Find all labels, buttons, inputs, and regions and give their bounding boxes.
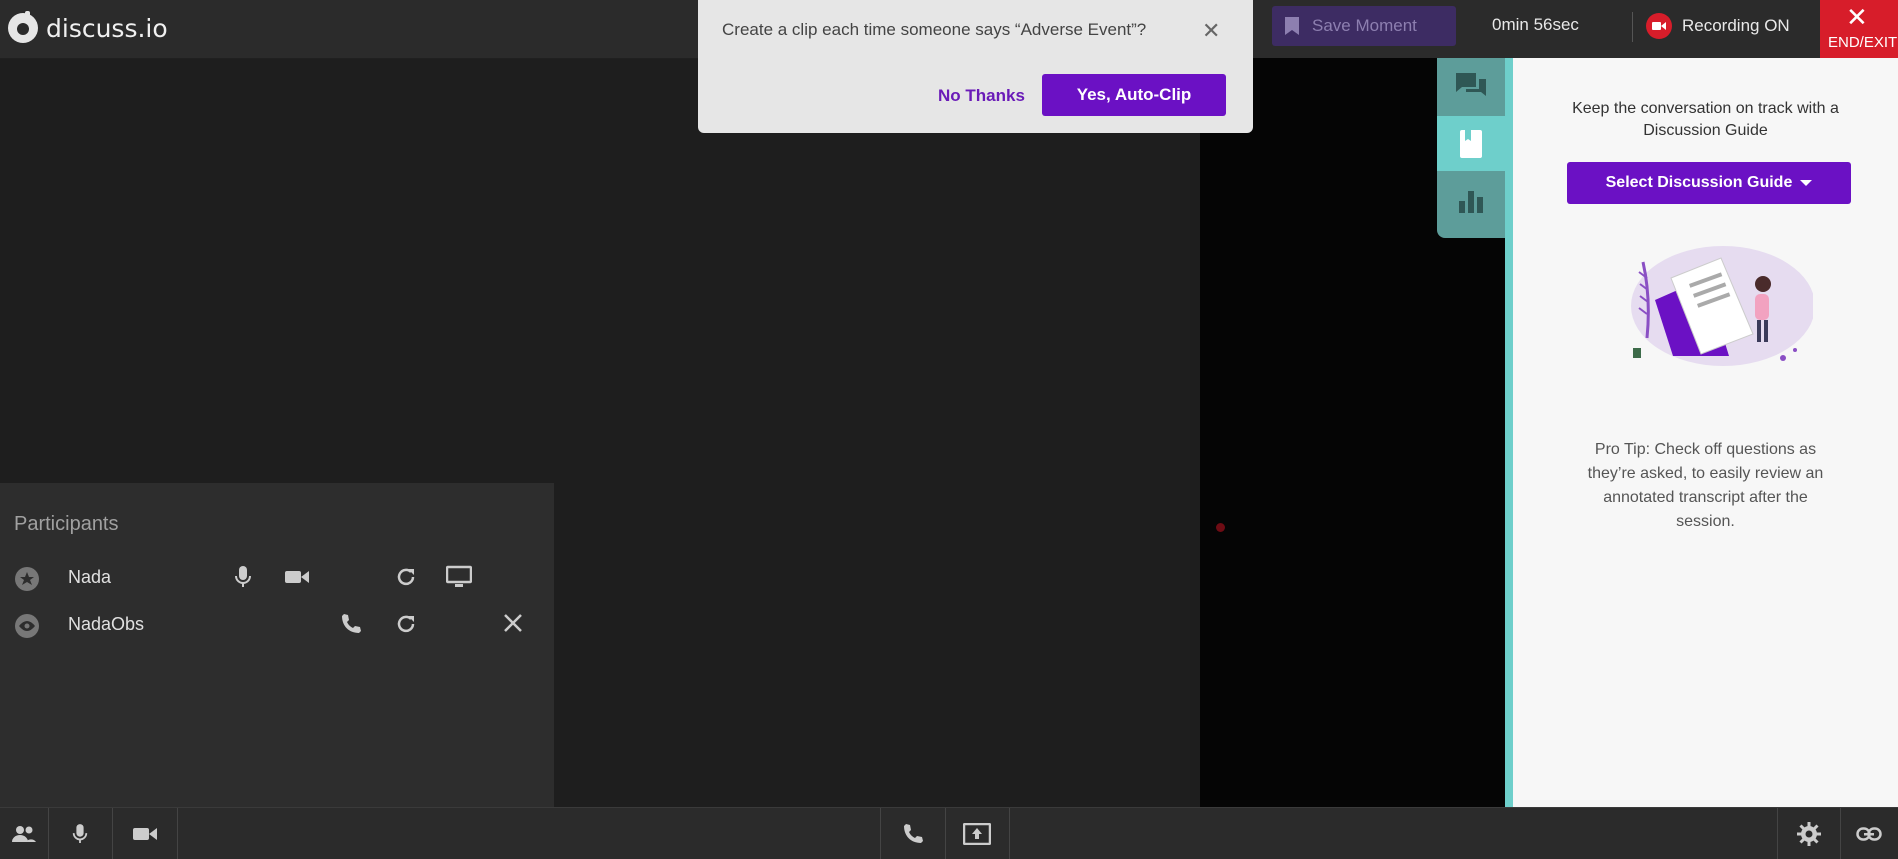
close-icon: ✕ [1846,2,1868,32]
phone-button[interactable] [880,808,946,859]
mic-icon [72,823,88,843]
chat-icon [1456,72,1486,96]
select-discussion-guide-button[interactable]: Select Discussion Guide [1567,162,1851,204]
participants-toggle-button[interactable] [0,808,49,859]
video-icon[interactable] [284,565,310,594]
link-button[interactable] [1840,808,1898,859]
phone-icon[interactable] [339,612,363,641]
participant-name: NadaObs [68,614,145,634]
screen-icon[interactable] [445,565,473,594]
popup-question: Create a clip each time someone says “Ad… [722,20,1147,39]
star-icon [15,567,39,591]
app-name: discuss.io [46,13,168,43]
save-moment-label: Save Moment [1312,16,1417,35]
close-icon[interactable] [502,612,524,639]
bookmark-icon [1460,129,1482,158]
settings-icon [1797,821,1821,846]
bar-chart-icon [1459,190,1483,213]
refresh-icon[interactable] [394,565,418,594]
share-screen-button[interactable] [945,808,1010,859]
tab-chat[interactable] [1437,58,1505,113]
divider [1632,12,1633,42]
pro-tip: Pro Tip: Check off questions as they’re … [1587,441,1824,530]
participant-row: Nada [0,559,554,599]
tab-analytics[interactable] [1437,174,1505,229]
eye-icon [15,614,39,638]
record-icon [1646,13,1672,39]
logo-icon [8,11,38,43]
video-icon [133,827,157,840]
recording-label: Recording ON [1682,16,1790,35]
save-moment-button[interactable]: Save Moment [1272,6,1456,46]
tab-discussion-guide[interactable] [1437,116,1505,171]
mic-icon[interactable] [233,565,253,594]
refresh-icon[interactable] [394,612,418,641]
end-exit-label: END/EXIT [1828,34,1898,51]
side-tab-bar [1437,58,1505,238]
session-timer: 0min 56sec [1492,15,1579,34]
bottom-toolbar [0,807,1898,859]
participants-title: Participants [14,513,119,535]
panel-accent-strip [1505,58,1513,807]
end-exit-button[interactable]: ✕ END/EXIT [1820,0,1898,58]
participant-row: NadaObs [0,606,554,646]
discussion-guide-panel: Keep the conversation on track with a Di… [1513,58,1898,807]
recording-dot [1216,523,1225,532]
logo: discuss.io [8,10,168,46]
close-icon[interactable]: ✕ [1202,18,1220,44]
yes-auto-clip-button[interactable]: Yes, Auto-Clip [1042,74,1226,116]
participant-name: Nada [68,567,112,587]
caret-down-icon [1800,180,1813,186]
participants-panel: Participants Nada NadaObs [0,483,554,807]
participants-icon [12,825,36,842]
guide-illustration [1631,246,1813,366]
recording-status: Recording ON [1646,13,1790,39]
share-screen-icon [963,822,991,845]
mic-toggle-button[interactable] [48,808,113,859]
settings-button[interactable] [1777,808,1841,859]
link-icon [1856,826,1882,841]
auto-clip-popup: Create a clip each time someone says “Ad… [698,0,1253,133]
no-thanks-button[interactable]: No Thanks [938,86,1025,106]
guide-title: Keep the conversation on track with a Di… [1572,100,1839,139]
phone-icon [904,823,923,843]
select-guide-label: Select Discussion Guide [1605,174,1793,191]
video-toggle-button[interactable] [113,808,178,859]
bookmark-icon [1285,17,1299,35]
